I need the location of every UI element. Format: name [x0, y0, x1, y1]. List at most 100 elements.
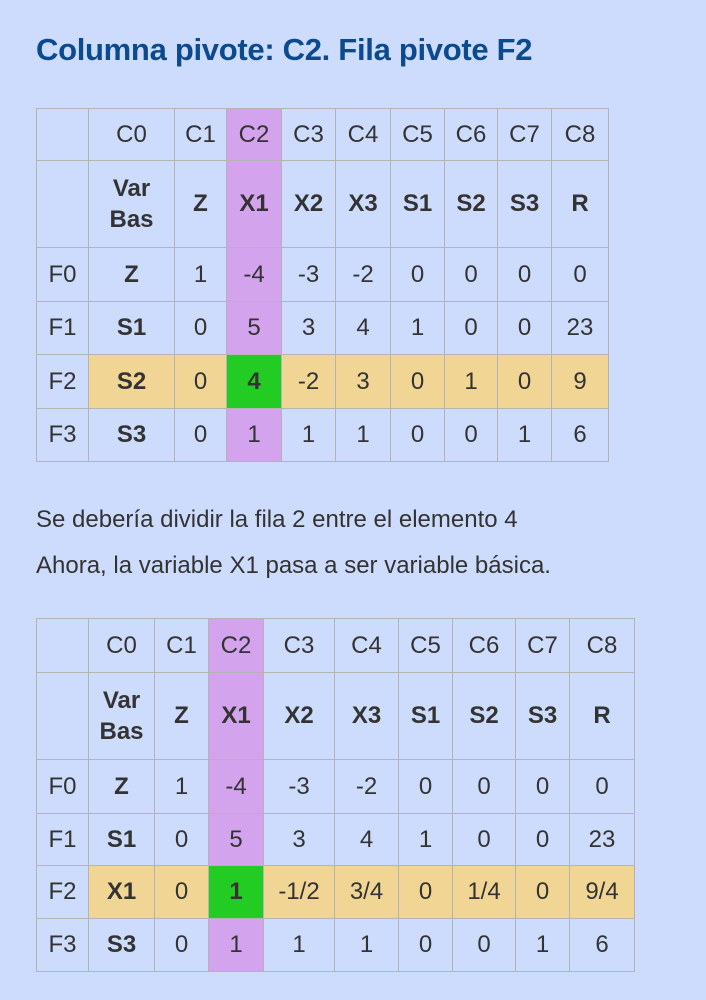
table-cell: 4: [334, 813, 399, 866]
table-cell: 0: [174, 301, 227, 355]
pivot-element: 1: [208, 865, 264, 919]
table1-column-header-row: C0 C1 C2 C3 C4 C5 C6 C7 C8: [36, 108, 609, 161]
table-cell: -2: [335, 247, 391, 302]
table-cell: -2: [281, 354, 336, 409]
table-cell: 0: [551, 247, 609, 302]
table1-variable-row: Var Bas Z X1 X2 X3 S1 S2 S3 R: [36, 160, 609, 248]
table-cell: 0: [174, 408, 227, 462]
page-title: Columna pivote: C2. Fila pivote F2: [36, 32, 533, 67]
table-cell: 1: [174, 247, 227, 302]
table-cell: 5: [208, 813, 264, 866]
col-header: C6: [452, 618, 516, 673]
table-cell: 1: [226, 408, 282, 462]
table-row: F3 S3 0 1 1 1 0 0 1 6: [36, 918, 635, 972]
table-cell: 0: [390, 408, 445, 462]
table-cell: 3: [263, 813, 335, 866]
variable-header: Z: [154, 672, 209, 760]
row-label: F1: [36, 813, 89, 866]
variable-header: S2: [444, 160, 498, 248]
pivot-element: 4: [226, 354, 282, 409]
table-cell: 0: [398, 865, 453, 919]
table-cell: -3: [281, 247, 336, 302]
table-cell: 0: [390, 354, 445, 409]
basic-variable: S1: [88, 813, 155, 866]
variable-header: X3: [334, 672, 399, 760]
variable-header: S3: [515, 672, 570, 760]
variable-header: X3: [335, 160, 391, 248]
col-header: C1: [154, 618, 209, 673]
explanation-line-2: Ahora, la variable X1 pasa a ser variabl…: [36, 552, 551, 579]
table-cell: 0: [497, 247, 552, 302]
var-bas-header: Var Bas: [88, 160, 175, 248]
col-header: C7: [515, 618, 570, 673]
col-header: C3: [263, 618, 335, 673]
variable-header: X2: [263, 672, 335, 760]
variable-header: S1: [398, 672, 453, 760]
table-cell: 0: [497, 301, 552, 355]
corner-cell: [36, 618, 89, 673]
table-cell: 3: [335, 354, 391, 409]
col-header: C4: [335, 108, 391, 161]
table-cell: 0: [452, 759, 516, 814]
basic-variable: Z: [88, 247, 175, 302]
table-cell: 0: [154, 918, 209, 972]
table-cell: 0: [444, 247, 498, 302]
table-cell: 0: [444, 408, 498, 462]
table-row: F1 S1 0 5 3 4 1 0 0 23: [36, 301, 609, 355]
table-cell: 0: [515, 759, 570, 814]
empty-cell: [36, 672, 89, 760]
basic-variable: S3: [88, 408, 175, 462]
variable-header: R: [551, 160, 609, 248]
col-header: C8: [569, 618, 635, 673]
empty-cell: [36, 160, 89, 248]
table-cell: -1/2: [263, 865, 335, 919]
basic-variable: X1: [88, 865, 155, 919]
table2-variable-row: Var Bas Z X1 X2 X3 S1 S2 S3 R: [36, 672, 635, 760]
table-cell: 1: [444, 354, 498, 409]
row-label: F0: [36, 247, 89, 302]
table-cell: -2: [334, 759, 399, 814]
col-header: C0: [88, 618, 155, 673]
table-cell: 3/4: [334, 865, 399, 919]
corner-cell: [36, 108, 89, 161]
col-header: C3: [281, 108, 336, 161]
simplex-table-2: C0 C1 C2 C3 C4 C5 C6 C7 C8 Var Bas Z X1 X…: [36, 618, 635, 972]
basic-variable: S3: [88, 918, 155, 972]
table-cell: 0: [515, 865, 570, 919]
col-header: C5: [390, 108, 445, 161]
table-cell: 0: [154, 813, 209, 866]
table-cell: 23: [569, 813, 635, 866]
variable-header-pivot: X1: [208, 672, 264, 760]
table-cell: 9: [551, 354, 609, 409]
variable-header: X2: [281, 160, 336, 248]
table-row: F1 S1 0 5 3 4 1 0 0 23: [36, 813, 635, 866]
table-cell: 1: [497, 408, 552, 462]
variable-header-pivot: X1: [226, 160, 282, 248]
table-cell: 0: [444, 301, 498, 355]
pivot-row: F2 X1 0 1 -1/2 3/4 0 1/4 0 9/4: [36, 865, 635, 919]
col-header: C4: [334, 618, 399, 673]
table-row: F3 S3 0 1 1 1 0 0 1 6: [36, 408, 609, 462]
variable-header: Z: [174, 160, 227, 248]
row-label: F3: [36, 408, 89, 462]
row-label: F2: [36, 354, 89, 409]
table-cell: 0: [398, 918, 453, 972]
table-cell: 0: [390, 247, 445, 302]
table2-column-header-row: C0 C1 C2 C3 C4 C5 C6 C7 C8: [36, 618, 635, 673]
col-header: C6: [444, 108, 498, 161]
table-cell: -4: [208, 759, 264, 814]
table-cell: 1: [335, 408, 391, 462]
table-cell: 0: [452, 813, 516, 866]
table-cell: 6: [569, 918, 635, 972]
row-label: F3: [36, 918, 89, 972]
table-cell: -4: [226, 247, 282, 302]
table-cell: 23: [551, 301, 609, 355]
table-cell: 0: [569, 759, 635, 814]
table-cell: 0: [497, 354, 552, 409]
table-cell: 4: [335, 301, 391, 355]
variable-header: S3: [497, 160, 552, 248]
row-label: F0: [36, 759, 89, 814]
pivot-row: F2 S2 0 4 -2 3 0 1 0 9: [36, 354, 609, 409]
table-cell: 6: [551, 408, 609, 462]
variable-header: S2: [452, 672, 516, 760]
